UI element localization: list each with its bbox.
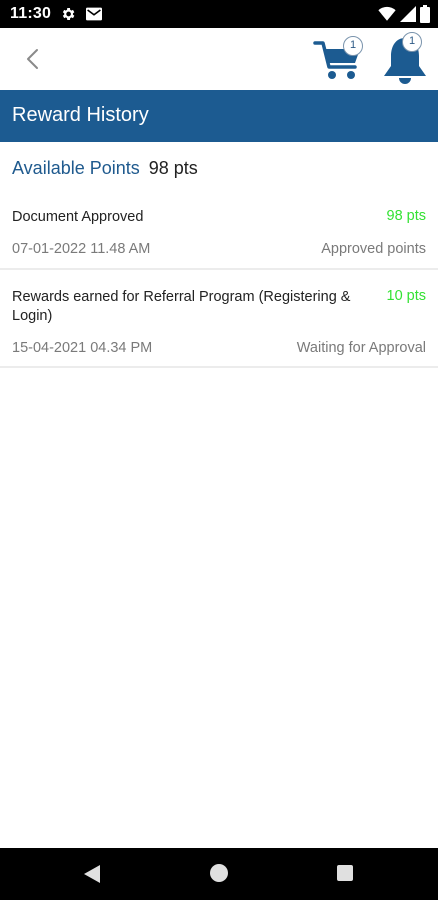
reward-date: 15-04-2021 04.34 PM [12, 340, 153, 356]
top-app-bar: 1 1 [0, 28, 438, 90]
reward-title: Rewards earned for Referral Program (Reg… [12, 289, 351, 324]
available-points-label: Available Points [12, 158, 140, 178]
gear-icon [62, 8, 75, 20]
reward-status: Approved points [321, 241, 426, 257]
header-banner: Reward History [0, 90, 438, 142]
available-points-value: 98 pts [148, 158, 198, 178]
list-item: Document Approved 98 pts 07-01-2022 11.4… [0, 196, 438, 270]
signal-icon [400, 6, 416, 22]
status-bar: 11:30 [0, 0, 438, 28]
notification-button[interactable]: 1 [380, 32, 430, 86]
home-circle-icon[interactable] [210, 864, 228, 882]
reward-date: 07-01-2022 11.48 AM [12, 241, 151, 257]
page-title: Reward History [12, 104, 149, 126]
reward-points: 98 pts [386, 208, 427, 224]
chevron-left-icon [27, 49, 38, 69]
reward-title: Document Approved [12, 209, 144, 225]
recents-square-icon[interactable] [337, 865, 353, 881]
system-navigation-bar [0, 848, 438, 900]
reward-points: 10 pts [386, 288, 427, 304]
reward-status: Waiting for Approval [296, 340, 426, 356]
back-triangle-icon[interactable] [82, 864, 102, 884]
available-points-summary: Available Points 98 pts [12, 158, 198, 179]
cart-badge: 1 [343, 36, 363, 56]
reward-history-list: Document Approved 98 pts 07-01-2022 11.4… [0, 196, 438, 368]
mail-icon [86, 7, 102, 21]
cart-button[interactable]: 1 [313, 34, 365, 84]
wifi-icon [378, 6, 396, 21]
back-button[interactable] [18, 44, 48, 74]
battery-icon [420, 5, 430, 23]
status-time: 11:30 [10, 5, 52, 22]
list-item: Rewards earned for Referral Program (Reg… [0, 270, 438, 368]
notification-badge: 1 [402, 32, 422, 52]
